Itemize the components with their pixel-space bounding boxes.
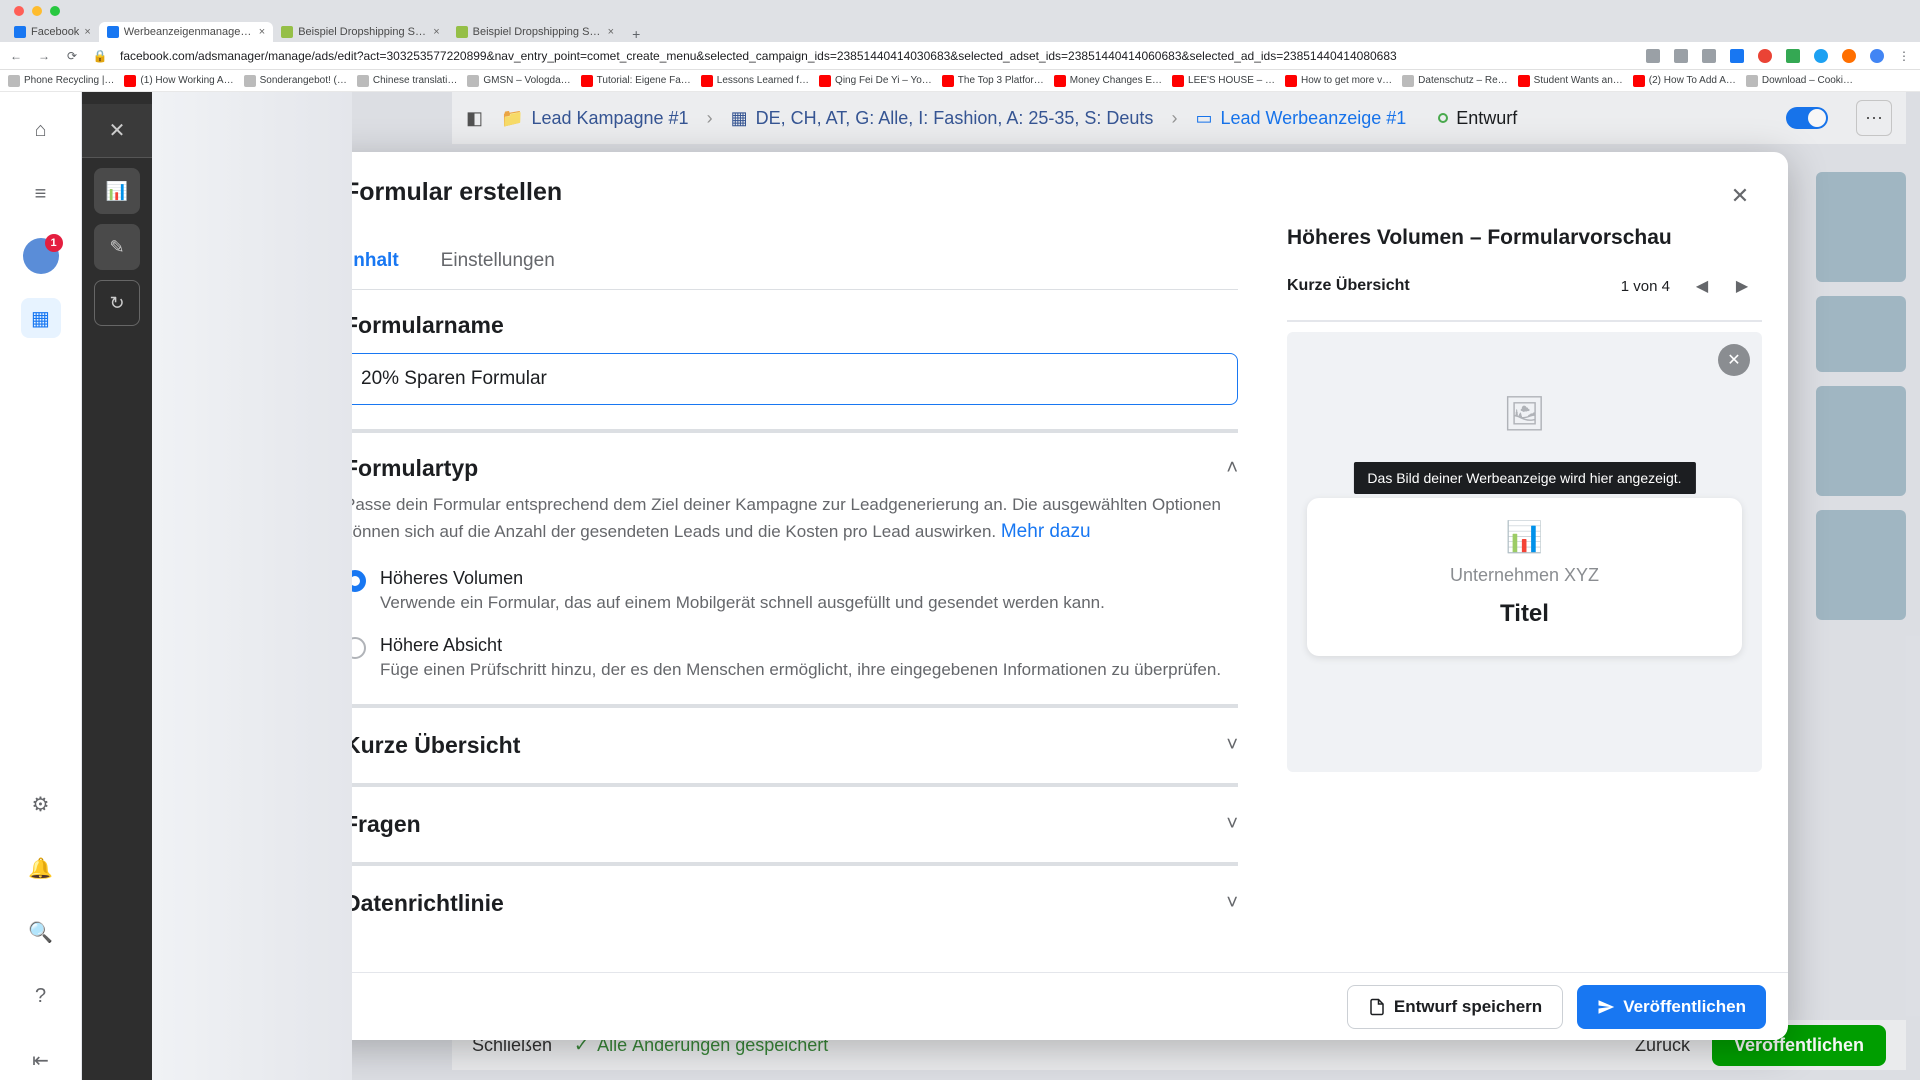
- ads-manager-icon[interactable]: ▦: [21, 298, 61, 338]
- back-icon[interactable]: ←: [8, 49, 24, 63]
- close-icon[interactable]: ✕: [1722, 178, 1758, 214]
- avatar[interactable]: 1: [23, 238, 59, 274]
- lock-icon: 🔒: [92, 49, 108, 63]
- chevron-down-icon: ˅: [1226, 892, 1238, 915]
- gear-icon[interactable]: ⚙: [21, 784, 61, 824]
- menu-icon[interactable]: ≡: [21, 174, 61, 214]
- browser-tab[interactable]: Beispiel Dropshipping Store×: [448, 22, 622, 42]
- modal-tabs: Inhalt Einstellungen: [344, 240, 1238, 289]
- tab-content[interactable]: Inhalt: [344, 240, 403, 288]
- close-icon: ✕: [1718, 344, 1750, 376]
- close-icon[interactable]: ×: [433, 26, 439, 38]
- notification-badge: 1: [45, 234, 63, 252]
- image-placeholder-icon: 🖼: [1503, 394, 1546, 434]
- radio-higher-volume[interactable]: Höheres Volumen Verwende ein Formular, d…: [344, 568, 1238, 613]
- publish-button[interactable]: Veröffentlichen: [1577, 985, 1766, 1029]
- section-heading: Formularname: [344, 312, 504, 339]
- chart-icon[interactable]: 📊: [94, 168, 140, 214]
- close-icon[interactable]: ×: [84, 26, 90, 38]
- create-form-modal: Formular erstellen ✕ Inhalt Einstellunge…: [314, 152, 1788, 1040]
- edit-rail: ✕ 📊 ✎ ↻: [82, 92, 152, 1080]
- search-icon[interactable]: 🔍: [21, 912, 61, 952]
- browser-tab[interactable]: Beispiel Dropshipping Store×: [273, 22, 447, 42]
- preview-tooltip: Das Bild deiner Werbeanzeige wird hier a…: [1353, 462, 1695, 494]
- preview-prev-button[interactable]: ◀: [1682, 266, 1722, 306]
- radio-selected-icon: [344, 570, 366, 592]
- chevron-up-icon: ˄: [1226, 457, 1238, 480]
- preview-card-title: Titel: [1323, 600, 1726, 628]
- bell-icon[interactable]: 🔔: [21, 848, 61, 888]
- collapse-icon[interactable]: ⇤: [21, 1040, 61, 1080]
- learn-more-link[interactable]: Mehr dazu: [1001, 521, 1091, 542]
- extension-icons[interactable]: ⋮: [1646, 49, 1912, 63]
- tab-settings[interactable]: Einstellungen: [437, 240, 559, 288]
- section-description: Passe dein Formular entsprechend dem Zie…: [344, 492, 1238, 546]
- section-toggle-privacy[interactable]: Datenrichtlinie˅: [344, 890, 1238, 917]
- save-draft-button[interactable]: Entwurf speichern: [1347, 985, 1563, 1029]
- home-icon[interactable]: ⌂: [21, 110, 61, 150]
- form-preview: ✕ 🖼 Das Bild deiner Werbeanzeige wird hi…: [1287, 332, 1762, 772]
- close-icon[interactable]: ×: [259, 26, 265, 38]
- forward-icon[interactable]: →: [36, 49, 52, 63]
- browser-tab[interactable]: Facebook×: [6, 22, 99, 42]
- radio-higher-intent[interactable]: Höhere Absicht Füge einen Prüfschritt hi…: [344, 635, 1238, 680]
- browser-tab[interactable]: Werbeanzeigenmanager – We×: [99, 22, 273, 42]
- preview-org-name: Unternehmen XYZ: [1323, 565, 1726, 586]
- section-heading: Formulartyp: [344, 455, 478, 482]
- close-icon[interactable]: ✕: [109, 118, 126, 143]
- preview-next-button[interactable]: ▶: [1722, 266, 1762, 306]
- section-toggle-questions[interactable]: Fragen˅: [344, 811, 1238, 838]
- modal-title: Formular erstellen: [344, 178, 562, 207]
- chevron-down-icon: ˅: [1226, 734, 1238, 757]
- send-icon: [1597, 998, 1615, 1016]
- close-icon[interactable]: ×: [608, 26, 614, 38]
- browser-tabs[interactable]: Facebook× Werbeanzeigenmanager – We× Bei…: [0, 22, 1920, 42]
- address-bar[interactable]: facebook.com/adsmanager/manage/ads/edit?…: [120, 49, 1634, 63]
- history-icon[interactable]: ↻: [94, 280, 140, 326]
- reload-icon[interactable]: ⟳: [64, 49, 80, 63]
- radio-unselected-icon: [344, 637, 366, 659]
- section-toggle-overview[interactable]: Kurze Übersicht˅: [344, 732, 1238, 759]
- section-toggle-formtype[interactable]: Formulartyp ˄: [344, 455, 1238, 482]
- file-icon: [1368, 998, 1386, 1016]
- nav-rail: ⌂ ≡ 1 ▦ ⚙ 🔔 🔍 ? ⇤: [0, 92, 82, 1080]
- chevron-down-icon: ˅: [1226, 813, 1238, 836]
- chart-icon: 📊: [1323, 520, 1726, 555]
- preview-counter: 1 von 4: [1621, 278, 1670, 295]
- help-icon[interactable]: ?: [21, 976, 61, 1016]
- new-tab-button[interactable]: +: [622, 26, 650, 42]
- bookmarks-bar[interactable]: Phone Recycling |… (1) How Working A… So…: [0, 70, 1920, 92]
- preview-title: Höheres Volumen – Formularvorschau: [1287, 226, 1762, 250]
- preview-step-label: Kurze Übersicht: [1287, 277, 1410, 295]
- pencil-icon[interactable]: ✎: [94, 224, 140, 270]
- form-name-input[interactable]: [344, 353, 1238, 405]
